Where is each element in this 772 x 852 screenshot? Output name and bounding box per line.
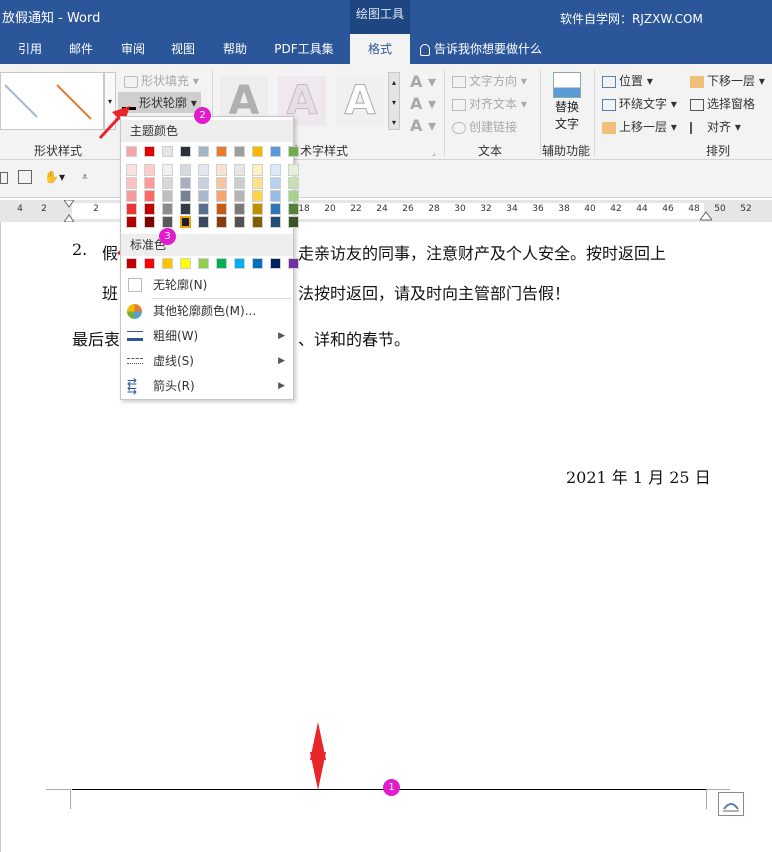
theme-shade-swatch[interactable] <box>234 177 245 189</box>
theme-shade-swatch[interactable] <box>288 164 299 176</box>
theme-shade-swatch[interactable] <box>198 177 209 189</box>
theme-shade-swatch[interactable] <box>288 190 299 202</box>
theme-shade-swatch[interactable] <box>234 216 245 228</box>
standard-color-swatch[interactable] <box>270 258 281 269</box>
theme-colors-header: 主题颜色 <box>121 120 293 142</box>
theme-shade-swatch[interactable] <box>144 164 155 176</box>
standard-color-swatch[interactable] <box>216 258 227 269</box>
theme-color-swatch[interactable] <box>162 146 173 157</box>
theme-shade-swatch[interactable] <box>252 190 263 202</box>
line-weight-icon <box>127 331 143 341</box>
dash-style-icon <box>127 358 143 364</box>
more-outline-colors-item[interactable]: 其他轮廓颜色(M)... <box>121 299 293 323</box>
submenu-arrow-icon: ▶ <box>278 331 285 341</box>
theme-color-swatch[interactable] <box>252 146 263 157</box>
theme-shade-swatch[interactable] <box>252 177 263 189</box>
color-wheel-icon <box>127 304 142 319</box>
annotation-arrows <box>98 106 326 790</box>
theme-shade-swatch[interactable] <box>180 203 191 215</box>
theme-shade-swatch[interactable] <box>270 177 281 189</box>
arrows-style-icon: ⇄ ⇆ <box>127 375 138 397</box>
theme-shade-swatch[interactable] <box>270 216 281 228</box>
theme-shade-swatch[interactable] <box>216 164 227 176</box>
theme-shade-swatch[interactable] <box>270 164 281 176</box>
theme-shade-swatch[interactable] <box>288 203 299 215</box>
step-badge-1: 1 <box>383 779 400 796</box>
no-outline-icon <box>128 278 142 292</box>
theme-shade-swatch[interactable] <box>216 203 227 215</box>
theme-shade-swatch[interactable] <box>162 203 173 215</box>
theme-shade-swatch[interactable] <box>144 203 155 215</box>
theme-shade-swatch[interactable] <box>252 203 263 215</box>
theme-shade-swatch[interactable] <box>252 164 263 176</box>
theme-color-swatch[interactable] <box>234 146 245 157</box>
standard-color-swatch[interactable] <box>252 258 263 269</box>
standard-color-swatch[interactable] <box>144 258 155 269</box>
theme-shade-swatch[interactable] <box>270 190 281 202</box>
standard-color-swatch[interactable] <box>180 258 191 269</box>
standard-color-swatch[interactable] <box>288 258 299 269</box>
theme-shade-swatch[interactable] <box>126 203 137 215</box>
theme-shade-swatch[interactable] <box>288 216 299 228</box>
theme-color-swatch[interactable] <box>216 146 227 157</box>
theme-shade-swatch[interactable] <box>270 203 281 215</box>
shape-outline-dropdown: 主题颜色 标准色 无轮廓(N) 其他轮廓颜色(M)... 粗细(W) ▶ 虚线(S… <box>120 116 299 400</box>
selected-shade-swatch[interactable] <box>180 216 191 228</box>
theme-color-swatch[interactable] <box>144 146 155 157</box>
step-badge-2: 2 <box>194 107 211 124</box>
theme-color-swatch[interactable] <box>126 146 137 157</box>
submenu-arrow-icon: ▶ <box>278 381 285 391</box>
theme-shade-swatch[interactable] <box>252 216 263 228</box>
theme-shade-swatch[interactable] <box>288 177 299 189</box>
theme-shade-swatch[interactable] <box>198 164 209 176</box>
theme-shade-swatch[interactable] <box>126 164 137 176</box>
theme-color-swatch[interactable] <box>288 146 299 157</box>
theme-shade-swatch[interactable] <box>198 216 209 228</box>
theme-shade-swatch[interactable] <box>216 216 227 228</box>
theme-color-swatch[interactable] <box>180 146 191 157</box>
theme-shade-swatch[interactable] <box>234 203 245 215</box>
theme-shade-swatch[interactable] <box>162 164 173 176</box>
standard-color-swatch[interactable] <box>162 258 173 269</box>
step-badge-3: 3 <box>159 228 176 245</box>
theme-shade-swatch[interactable] <box>198 190 209 202</box>
theme-shade-swatch[interactable] <box>162 216 173 228</box>
theme-shade-swatch[interactable] <box>180 190 191 202</box>
theme-shade-swatch[interactable] <box>234 164 245 176</box>
theme-color-swatch[interactable] <box>198 146 209 157</box>
weight-item[interactable]: 粗细(W) ▶ <box>121 324 293 348</box>
standard-color-swatch[interactable] <box>126 258 137 269</box>
theme-shade-swatch[interactable] <box>216 190 227 202</box>
theme-shade-swatch[interactable] <box>216 177 227 189</box>
theme-shade-swatch[interactable] <box>162 177 173 189</box>
theme-shade-swatch[interactable] <box>144 177 155 189</box>
theme-shade-swatch[interactable] <box>180 177 191 189</box>
theme-shade-swatch[interactable] <box>126 190 137 202</box>
theme-shade-swatch[interactable] <box>126 216 137 228</box>
arrows-item[interactable]: ⇄ ⇆ 箭头(R) ▶ <box>121 374 293 398</box>
theme-shade-swatch[interactable] <box>162 190 173 202</box>
theme-shade-swatch[interactable] <box>198 203 209 215</box>
theme-color-swatch[interactable] <box>270 146 281 157</box>
no-outline-item[interactable]: 无轮廓(N) <box>121 273 293 297</box>
standard-color-swatch[interactable] <box>234 258 245 269</box>
theme-shade-swatch[interactable] <box>126 177 137 189</box>
standard-color-swatch[interactable] <box>198 258 209 269</box>
dashes-item[interactable]: 虚线(S) ▶ <box>121 349 293 373</box>
theme-shade-swatch[interactable] <box>144 190 155 202</box>
submenu-arrow-icon: ▶ <box>278 356 285 366</box>
theme-shade-swatch[interactable] <box>234 190 245 202</box>
standard-colors-header: 标准色 <box>121 234 293 256</box>
theme-shade-swatch[interactable] <box>144 216 155 228</box>
theme-shade-swatch[interactable] <box>180 164 191 176</box>
